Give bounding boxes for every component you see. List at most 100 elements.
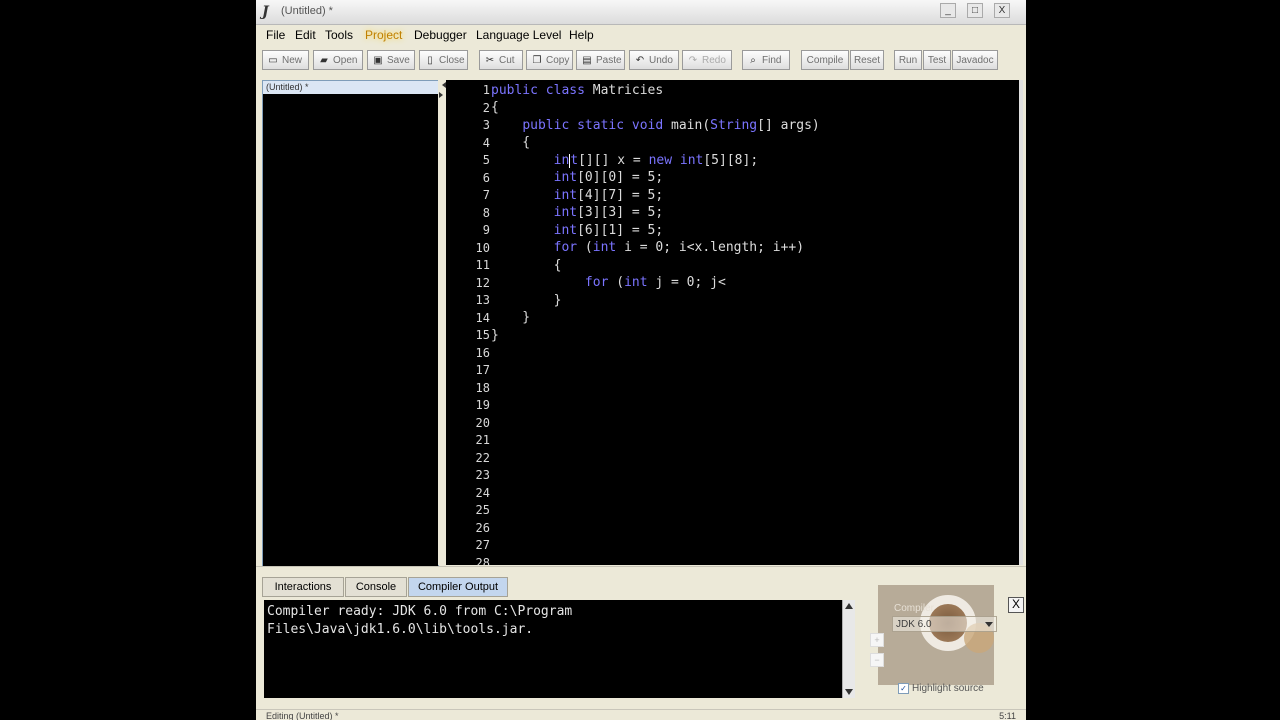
close-panel-button[interactable]: X <box>1008 597 1024 613</box>
document-list: (Untitled) * <box>262 80 439 567</box>
line-number: 13 <box>475 293 490 307</box>
save-button[interactable]: ▣ Save <box>367 50 415 70</box>
redo-button[interactable]: ↷ Redo <box>682 50 732 70</box>
line-number: 6 <box>482 170 490 185</box>
compiler-label: Compiler <box>894 603 935 614</box>
save-disk-icon: ▣ <box>373 55 383 66</box>
scroll-up-icon[interactable] <box>845 603 853 609</box>
code-token: int <box>553 188 578 203</box>
menu-project[interactable]: Project <box>365 28 402 42</box>
code-token: int <box>553 205 578 220</box>
decrease-icon[interactable]: − <box>870 653 884 667</box>
output-line: Files\Java\jdk1.6.0\lib\tools.jar. <box>267 622 534 637</box>
editor-scrollbar[interactable] <box>1019 80 1023 565</box>
vertical-splitter[interactable] <box>438 80 446 565</box>
compiler-select[interactable]: JDK 6.0 <box>892 616 997 632</box>
find-button[interactable]: ⌕ Find <box>742 50 790 70</box>
line-number: 26 <box>475 520 490 535</box>
reset-button[interactable]: Reset <box>850 50 884 70</box>
code-token: [6][1] = 5; <box>577 223 664 238</box>
code-line: } <box>491 310 531 325</box>
output-line: Compiler ready: JDK 6.0 from C:\Program <box>267 604 573 619</box>
compiler-output-pane[interactable]: Compiler ready: JDK 6.0 from C:\Program … <box>264 600 852 698</box>
menu-edit[interactable]: Edit <box>295 28 316 42</box>
test-button[interactable]: Test <box>923 50 951 70</box>
collapse-left-icon[interactable] <box>439 82 446 88</box>
code-token: [][] x = <box>578 153 649 168</box>
drjava-window: J (Untitled) * _ □ X File Edit Tools Pro… <box>256 0 1026 720</box>
binoculars-icon: ⌕ <box>750 55 756 66</box>
line-number: 28 <box>475 555 490 566</box>
line-number: 17 <box>475 363 490 377</box>
code-token: [3][3] = 5; <box>577 205 664 220</box>
copy-icon: ❐ <box>532 55 542 66</box>
code-token: [5][8]; <box>703 153 759 168</box>
scissors-icon: ✂ <box>485 55 495 66</box>
code-line: public static void main(String[] args) <box>491 117 819 134</box>
code-token: i = 0; i<x.length; i++) <box>616 240 805 255</box>
code-token: new int <box>648 153 704 168</box>
close-file-icon: ▯ <box>427 55 433 66</box>
close-file-button[interactable]: ▯ Close <box>419 50 468 70</box>
minimize-button[interactable]: _ <box>940 3 956 18</box>
checkmark-icon: ✓ <box>898 683 909 694</box>
increase-icon[interactable]: + <box>870 633 884 647</box>
code-token: in <box>553 153 570 168</box>
undo-button[interactable]: ↶ Undo <box>629 50 679 70</box>
drjava-icon: J <box>262 4 269 20</box>
code-editor[interactable]: 1 2 3 4 5 6 7 8 9 10 11 12 13 14 15 16 17 18 19 20 21 22 23 24 2… <box>446 80 1023 565</box>
title-bar[interactable]: J (Untitled) * _ □ X <box>256 0 1026 25</box>
line-number: 24 <box>475 485 490 500</box>
line-number: 25 <box>475 503 490 517</box>
code-line: { <box>491 100 499 115</box>
code-line: int[4][7] = 5; <box>491 187 664 204</box>
horizontal-splitter[interactable] <box>256 566 1026 577</box>
code-token: j = 0; j< <box>647 275 726 290</box>
expand-right-icon[interactable] <box>439 92 446 98</box>
line-number: 14 <box>475 310 490 325</box>
code-token: ( <box>577 240 593 255</box>
line-number: 22 <box>475 450 490 465</box>
scroll-down-icon[interactable] <box>845 689 853 695</box>
code-line: { <box>491 135 531 150</box>
close-window-button[interactable]: X <box>994 3 1010 18</box>
output-scrollbar[interactable] <box>842 600 855 698</box>
code-line: { <box>491 258 562 273</box>
tab-console[interactable]: Console <box>345 577 407 597</box>
open-folder-icon: ▰ <box>320 55 328 66</box>
code-token: for <box>553 240 578 255</box>
code-line: } <box>491 293 562 308</box>
maximize-button[interactable]: □ <box>967 3 983 18</box>
copy-button[interactable]: ❐ Copy <box>526 50 573 70</box>
menu-language-level[interactable]: Language Level <box>476 28 561 42</box>
line-number: 20 <box>475 415 490 430</box>
chevron-down-icon <box>985 622 993 631</box>
cut-button[interactable]: ✂ Cut <box>479 50 523 70</box>
code-line: int[][] x = new int[5][8]; <box>491 152 759 169</box>
menu-bar: File Edit Tools Project Debugger Languag… <box>256 25 1026 45</box>
menu-file[interactable]: File <box>266 28 285 42</box>
window-title: (Untitled) * <box>281 5 333 17</box>
code-token: main( <box>663 118 711 133</box>
line-number: 7 <box>482 188 490 202</box>
new-button[interactable]: ▭ New <box>262 50 309 70</box>
redo-icon: ↷ <box>688 55 698 66</box>
tab-compiler-output[interactable]: Compiler Output <box>408 577 508 597</box>
line-number: 1 <box>482 83 490 97</box>
cursor-position: 5:11 <box>999 711 1016 720</box>
code-token: public static void <box>522 118 664 133</box>
run-button[interactable]: Run <box>894 50 922 70</box>
line-number: 4 <box>482 135 490 150</box>
document-item[interactable]: (Untitled) * <box>263 81 438 94</box>
menu-help[interactable]: Help <box>569 28 594 42</box>
compile-button[interactable]: Compile <box>801 50 849 70</box>
highlight-source-checkbox[interactable]: ✓ Highlight source <box>898 683 984 694</box>
open-button[interactable]: ▰ Open <box>313 50 363 70</box>
code-line: int[0][0] = 5; <box>491 169 664 186</box>
menu-tools[interactable]: Tools <box>325 28 353 42</box>
javadoc-button[interactable]: Javadoc <box>952 50 998 70</box>
menu-debugger[interactable]: Debugger <box>414 28 467 42</box>
paste-button[interactable]: ▤ Paste <box>576 50 625 70</box>
tab-interactions[interactable]: Interactions <box>262 577 344 597</box>
line-number: 9 <box>482 223 490 237</box>
